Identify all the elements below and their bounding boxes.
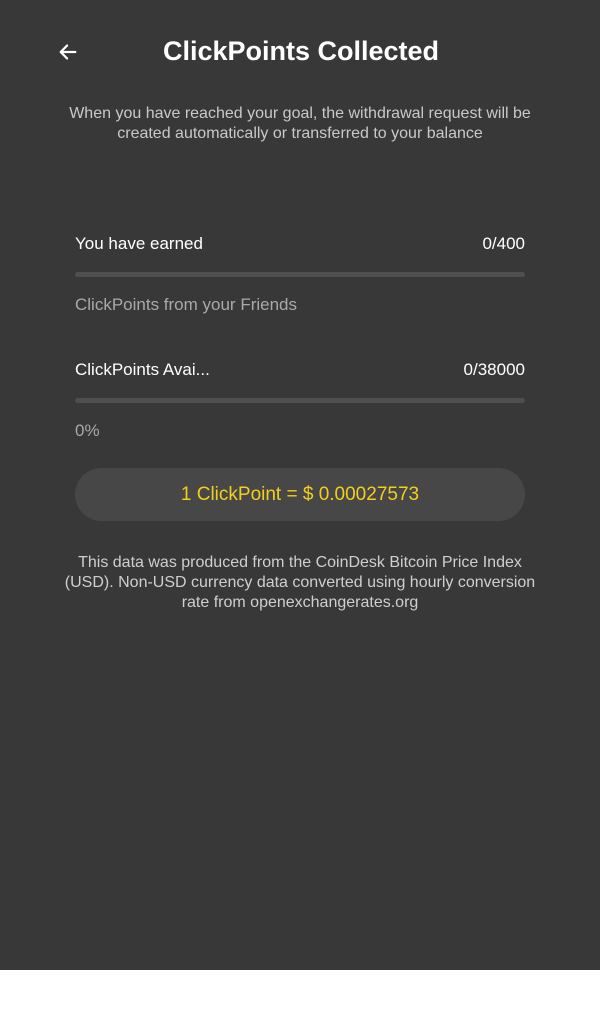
earned-progress-bar bbox=[75, 272, 525, 277]
available-progress-bar bbox=[75, 398, 525, 403]
page-title: ClickPoints Collected bbox=[162, 36, 440, 66]
available-label: ClickPoints Avai... bbox=[75, 360, 210, 379]
earned-label: You have earned bbox=[75, 234, 203, 253]
earned-value: 0/400 bbox=[482, 234, 525, 253]
page-subtitle: When you have reached your goal, the wit… bbox=[69, 105, 531, 142]
data-source-disclaimer: This data was produced from the CoinDesk… bbox=[64, 554, 536, 611]
available-percent: 0% bbox=[75, 421, 100, 440]
rate-text: 1 ClickPoint = $ 0.00027573 bbox=[180, 483, 420, 505]
available-value: 0/38000 bbox=[463, 360, 525, 379]
rate-pill: 1 ClickPoint = $ 0.00027573 bbox=[75, 468, 525, 521]
earned-row: You have earned 0/400 bbox=[75, 234, 525, 254]
clickpoints-screen: ClickPoints Collected When you have reac… bbox=[0, 0, 600, 970]
available-row: ClickPoints Avai... 0/38000 bbox=[75, 360, 525, 380]
earned-caption: ClickPoints from your Friends bbox=[75, 295, 298, 314]
